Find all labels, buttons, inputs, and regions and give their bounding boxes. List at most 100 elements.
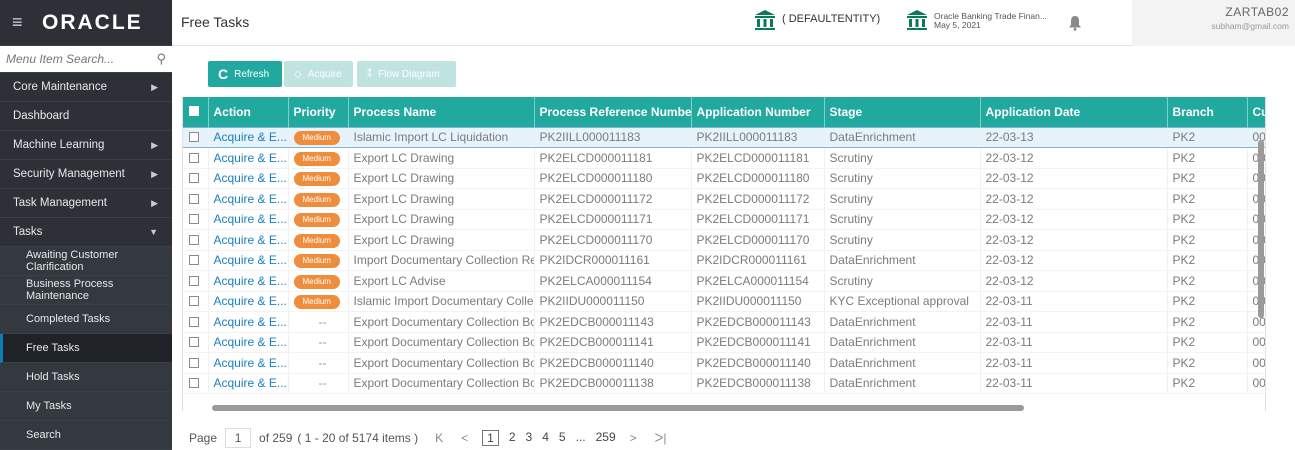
- row-checkbox-cell[interactable]: [183, 229, 209, 251]
- column-header-branch[interactable]: Branch: [1167, 97, 1248, 127]
- refresh-button[interactable]: C Refresh: [208, 61, 282, 87]
- notification-bell-icon[interactable]: [1068, 15, 1082, 31]
- row-checkbox[interactable]: [189, 357, 199, 368]
- row-checkbox[interactable]: [189, 234, 199, 245]
- row-checkbox-cell[interactable]: [183, 250, 209, 271]
- table-row[interactable]: Acquire & E... Medium Import Documentary C…: [183, 250, 1265, 271]
- action-link[interactable]: Acquire & E...: [208, 250, 289, 271]
- page-number-button[interactable]: 5: [559, 430, 566, 446]
- page-number-button[interactable]: 259: [596, 430, 616, 446]
- action-link[interactable]: Acquire & E...: [208, 147, 289, 169]
- sidebar-item-tasks[interactable]: Tasks ▼: [0, 218, 172, 247]
- user-menu[interactable]: ZARTAB02 subham@gmail.com: [1132, 0, 1295, 46]
- prev-page-button[interactable]: <: [461, 431, 468, 445]
- row-checkbox-cell[interactable]: [183, 188, 209, 210]
- row-checkbox[interactable]: [189, 193, 199, 204]
- first-page-button[interactable]: K: [435, 431, 443, 445]
- column-header-priority[interactable]: Priority: [288, 97, 349, 127]
- action-link[interactable]: Acquire & E...: [208, 126, 289, 148]
- row-checkbox[interactable]: [189, 214, 199, 225]
- search-icon[interactable]: ⚲: [156, 51, 166, 67]
- last-page-button[interactable]: ᐳ|: [655, 431, 667, 445]
- row-checkbox[interactable]: [189, 152, 199, 163]
- row-checkbox-cell[interactable]: [183, 126, 209, 148]
- vertical-scrollbar[interactable]: [1258, 140, 1264, 318]
- action-link[interactable]: Acquire & E...: [208, 311, 289, 333]
- row-checkbox-cell[interactable]: [183, 209, 209, 230]
- row-checkbox-cell[interactable]: [183, 373, 209, 394]
- horizontal-scrollbar[interactable]: [212, 405, 1024, 411]
- select-all-checkbox-cell[interactable]: [183, 97, 209, 127]
- sidebar-item-dashboard[interactable]: Dashboard: [0, 102, 172, 131]
- sidebar-subitem-hold-tasks[interactable]: Hold Tasks: [0, 363, 172, 392]
- column-header-action[interactable]: Action: [208, 97, 289, 127]
- action-link[interactable]: Acquire & E...: [208, 229, 289, 251]
- sidebar-item-security-management[interactable]: Security Management ▶: [0, 160, 172, 189]
- column-header-process-name[interactable]: Process Name: [348, 97, 535, 127]
- table-row[interactable]: Acquire & E... Medium Export LC Drawing PK2…: [183, 188, 1265, 210]
- column-header-process-reference-number[interactable]: Process Reference Number: [534, 97, 692, 127]
- row-checkbox[interactable]: [189, 132, 199, 143]
- row-checkbox-cell[interactable]: [183, 168, 209, 189]
- sidebar-item-machine-learning[interactable]: Machine Learning ▶: [0, 131, 172, 160]
- action-link[interactable]: Acquire & E...: [208, 188, 289, 210]
- table-row[interactable]: Acquire & E... Medium Export LC Advise PK2E…: [183, 270, 1265, 292]
- sidebar-item-core-maintenance[interactable]: Core Maintenance ▶: [0, 73, 172, 102]
- action-link[interactable]: Acquire & E...: [208, 373, 289, 394]
- sidebar-subitem-search[interactable]: Search: [0, 421, 172, 450]
- row-checkbox[interactable]: [189, 337, 199, 348]
- row-checkbox[interactable]: [189, 275, 199, 286]
- column-header-stage[interactable]: Stage: [824, 97, 981, 127]
- sidebar-subitem-business-process-maintenance[interactable]: Business Process Maintenance: [0, 276, 172, 305]
- sidebar-subitem-free-tasks[interactable]: Free Tasks: [0, 334, 172, 363]
- action-link[interactable]: Acquire & E...: [208, 352, 289, 374]
- table-row[interactable]: Acquire & E... Medium Export LC Drawing PK2…: [183, 209, 1265, 230]
- page-number-input[interactable]: [225, 428, 252, 448]
- table-row[interactable]: Acquire & E... Medium Islamic Import Docum…: [183, 291, 1265, 312]
- hamburger-menu-icon[interactable]: ≡: [12, 12, 32, 33]
- row-checkbox-cell[interactable]: [183, 332, 209, 353]
- table-row[interactable]: Acquire & E... Medium Islamic Import LC Li…: [183, 126, 1265, 148]
- sidebar-subitem-completed-tasks[interactable]: Completed Tasks: [0, 305, 172, 334]
- action-link[interactable]: Acquire & E...: [208, 270, 289, 292]
- table-row[interactable]: Acquire & E... -- Export Documentary Colle…: [183, 332, 1265, 353]
- cell-stage: KYC Exceptional approval: [824, 291, 981, 312]
- entity-selector[interactable]: ( DEFAULTENTITY): [754, 9, 880, 31]
- branch-selector[interactable]: Oracle Banking Trade Finan... May 5, 202…: [906, 9, 1047, 31]
- select-all-checkbox[interactable]: [189, 105, 199, 116]
- acquire-button[interactable]: ◇ Acquire: [284, 61, 353, 87]
- page-number-button[interactable]: 1: [482, 430, 499, 446]
- table-row[interactable]: Acquire & E... -- Export Documentary Colle…: [183, 311, 1265, 333]
- column-header-application-date[interactable]: Application Date: [980, 97, 1168, 127]
- table-row[interactable]: Acquire & E... Medium Export LC Drawing PK2…: [183, 229, 1265, 251]
- menu-search-input[interactable]: [6, 52, 157, 66]
- table-row[interactable]: Acquire & E... Medium Export LC Drawing PK2…: [183, 147, 1265, 169]
- row-checkbox-cell[interactable]: [183, 352, 209, 374]
- row-checkbox[interactable]: [189, 378, 199, 389]
- row-checkbox-cell[interactable]: [183, 147, 209, 169]
- action-link[interactable]: Acquire & E...: [208, 209, 289, 230]
- row-checkbox-cell[interactable]: [183, 291, 209, 312]
- action-link[interactable]: Acquire & E...: [208, 332, 289, 353]
- table-row[interactable]: Acquire & E... -- Export Documentary Colle…: [183, 352, 1265, 374]
- flow-diagram-button[interactable]: ⁑ Flow Diagram: [357, 61, 456, 87]
- page-number-button[interactable]: 3: [526, 430, 533, 446]
- table-row[interactable]: Acquire & E... Medium Export LC Drawing PK2…: [183, 168, 1265, 189]
- action-link[interactable]: Acquire & E...: [208, 291, 289, 312]
- action-link[interactable]: Acquire & E...: [208, 168, 289, 189]
- page-number-button[interactable]: 4: [542, 430, 549, 446]
- row-checkbox[interactable]: [189, 255, 199, 266]
- sidebar-subitem-awaiting-customer-clarification[interactable]: Awaiting Customer Clarification: [0, 247, 172, 276]
- row-checkbox[interactable]: [189, 173, 199, 184]
- row-checkbox-cell[interactable]: [183, 311, 209, 333]
- page-number-button[interactable]: 2: [509, 430, 516, 446]
- sidebar-item-task-management[interactable]: Task Management ▶: [0, 189, 172, 218]
- row-checkbox[interactable]: [189, 296, 199, 307]
- table-row[interactable]: Acquire & E... -- Export Documentary Colle…: [183, 373, 1265, 394]
- column-header-cus[interactable]: Cus: [1247, 97, 1265, 127]
- column-header-application-number[interactable]: Application Number: [691, 97, 825, 127]
- sidebar-subitem-my-tasks[interactable]: My Tasks: [0, 392, 172, 421]
- row-checkbox-cell[interactable]: [183, 270, 209, 292]
- row-checkbox[interactable]: [189, 316, 199, 327]
- next-page-button[interactable]: >: [630, 431, 637, 445]
